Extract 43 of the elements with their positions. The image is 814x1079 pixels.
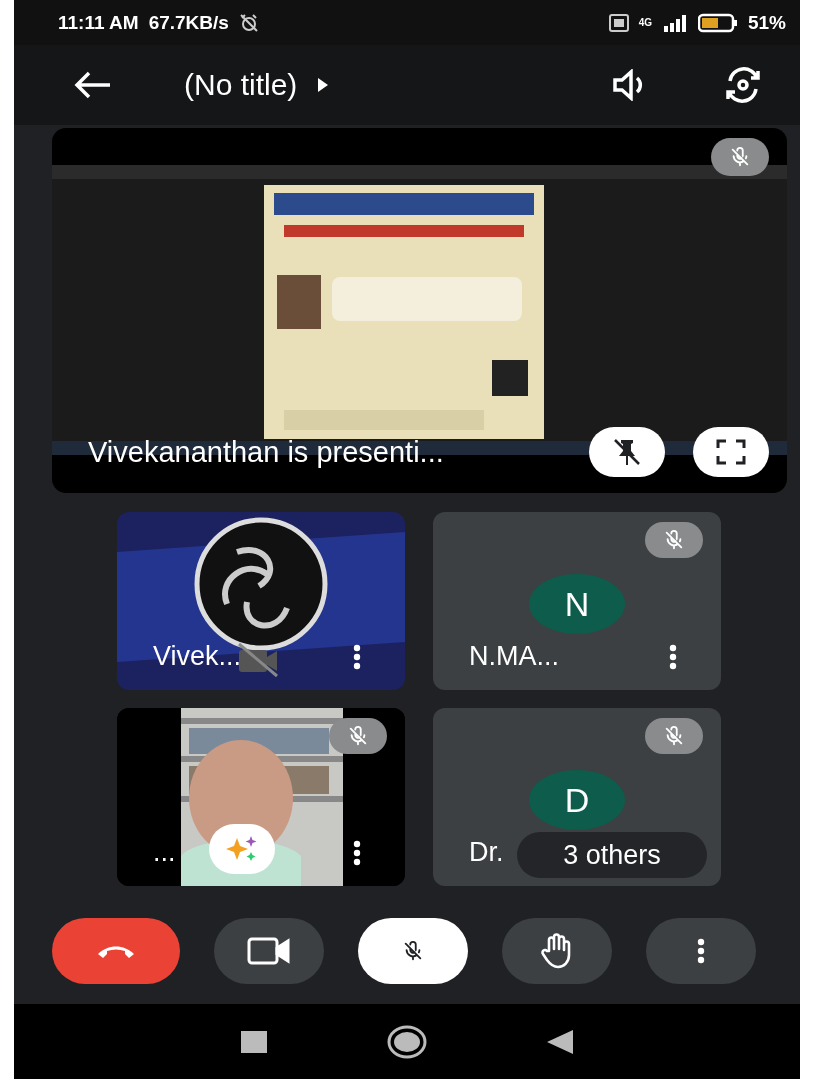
more-icon[interactable]: [353, 839, 361, 866]
battery-percent: 51%: [747, 11, 786, 34]
battery-icon: [697, 12, 738, 33]
mic-off-icon: [402, 940, 424, 962]
avatar: D: [529, 770, 625, 830]
video-camera-icon: [247, 936, 291, 966]
mic-off-icon: [663, 725, 685, 747]
participant-name: Dr.: [469, 837, 504, 868]
network-speed: 67.7KB/s: [148, 11, 229, 34]
back-arrow-icon[interactable]: [74, 71, 112, 99]
fullscreen-button[interactable]: [693, 427, 769, 477]
meeting-title[interactable]: (No title): [184, 68, 298, 102]
play-triangle-icon[interactable]: [317, 77, 330, 93]
back-icon[interactable]: [547, 1029, 573, 1054]
home-icon[interactable]: [387, 1024, 427, 1059]
avatar: N: [529, 574, 625, 634]
pin-off-icon: [612, 437, 642, 467]
raised-hand-icon: [541, 933, 573, 969]
network-type: 4G: [638, 17, 652, 28]
mic-off-icon: [729, 146, 751, 168]
volte-icon: [608, 13, 629, 32]
more-icon[interactable]: [697, 938, 705, 964]
presenter-caption: Vivekananthan is presenti...: [88, 435, 445, 469]
recents-icon[interactable]: [241, 1030, 267, 1053]
participant-tile[interactable]: N N.MA...: [433, 512, 721, 690]
participant-tile[interactable]: D Dr. 3 others: [433, 708, 721, 886]
alarm-off-icon: [238, 12, 259, 33]
participant-name: ...: [153, 837, 176, 868]
mic-off-icon: [347, 725, 369, 747]
presentation-tile[interactable]: Vivekananthan is presenti...: [52, 128, 787, 493]
more-icon[interactable]: [353, 643, 361, 670]
participant-name: N.MA...: [469, 641, 559, 672]
mic-off-icon: [663, 529, 685, 551]
more-icon[interactable]: [669, 643, 677, 670]
switch-camera-icon[interactable]: [724, 67, 762, 103]
participant-tile[interactable]: Vivek...: [117, 512, 405, 690]
fullscreen-icon: [716, 439, 746, 465]
signal-icon: [661, 13, 688, 32]
clock: 11:11 AM: [58, 11, 139, 34]
others-chip[interactable]: 3 others: [517, 832, 707, 878]
participant-tile[interactable]: ...: [117, 708, 405, 886]
unpin-button[interactable]: [589, 427, 665, 477]
participant-name: Vivek...: [153, 641, 242, 672]
